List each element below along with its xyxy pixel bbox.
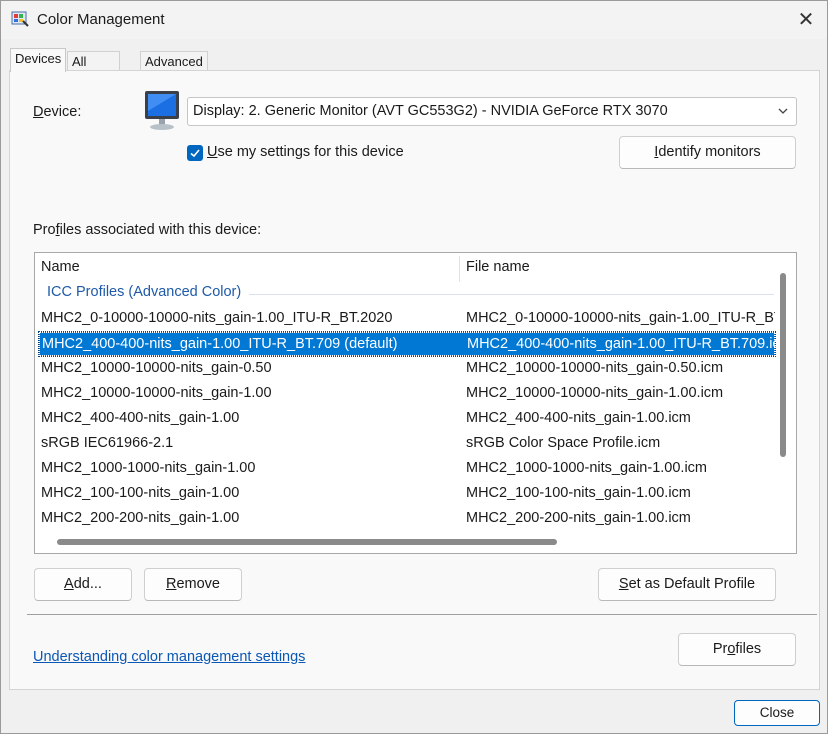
- close-icon[interactable]: ✕: [793, 7, 819, 33]
- tab-advanced[interactable]: Advanced: [140, 51, 208, 72]
- color-management-app-icon: [11, 10, 29, 28]
- profiles-associated-label: Profiles associated with this device:: [33, 222, 262, 238]
- column-header-name[interactable]: Name: [41, 259, 80, 275]
- table-row-selected[interactable]: MHC2_400-400-nits_gain-1.00_ITU-R_BT.709…: [38, 331, 776, 357]
- table-row[interactable]: MHC2_100-100-nits_gain-1.00 MHC2_100-100-…: [39, 482, 775, 506]
- table-row[interactable]: sRGB IEC61966-2.1 sRGB Color Space Profil…: [39, 432, 775, 456]
- use-my-settings-label[interactable]: Use my settings for this device: [207, 144, 404, 160]
- list-header: Name File name: [35, 253, 775, 283]
- table-row[interactable]: MHC2_10000-10000-nits_gain-0.50 MHC2_1000…: [39, 357, 775, 381]
- row-name: MHC2_400-400-nits_gain-1.00: [41, 410, 240, 426]
- row-name: MHC2_10000-10000-nits_gain-0.50: [41, 360, 272, 376]
- tab-devices[interactable]: Devices: [10, 48, 67, 72]
- understanding-color-management-link[interactable]: Understanding color management settings: [33, 649, 305, 665]
- section-divider: [27, 614, 817, 615]
- vertical-scrollbar[interactable]: [780, 273, 786, 457]
- row-file: sRGB Color Space Profile.icm: [466, 435, 661, 451]
- row-name: MHC2_1000-1000-nits_gain-1.00: [41, 460, 256, 476]
- column-divider[interactable]: [459, 256, 460, 282]
- profiles-button[interactable]: Profiles: [678, 633, 796, 666]
- row-name: MHC2_10000-10000-nits_gain-1.00: [41, 385, 272, 401]
- chevron-down-icon: [777, 105, 789, 117]
- row-file: MHC2_400-400-nits_gain-1.00.icm: [466, 410, 691, 426]
- column-header-file-name[interactable]: File name: [466, 259, 530, 275]
- group-header-icc-profiles[interactable]: ICC Profiles (Advanced Color): [47, 284, 241, 300]
- window-title: Color Management: [37, 11, 165, 28]
- monitor-icon: [141, 89, 183, 133]
- title-bar: Color Management ✕: [1, 1, 827, 39]
- device-select-value: Display: 2. Generic Monitor (AVT GC553G2…: [193, 103, 668, 119]
- table-row[interactable]: MHC2_10000-10000-nits_gain-1.00 MHC2_1000…: [39, 382, 775, 406]
- group-divider: [249, 294, 774, 295]
- table-row[interactable]: MHC2_200-200-nits_gain-1.00 MHC2_200-200-…: [39, 507, 775, 531]
- use-my-settings-checkbox[interactable]: [187, 145, 203, 161]
- row-file: MHC2_1000-1000-nits_gain-1.00.icm: [466, 460, 707, 476]
- tab-all-profiles[interactable]: All Profiles: [67, 51, 121, 88]
- row-file: MHC2_10000-10000-nits_gain-1.00.icm: [466, 385, 724, 401]
- row-name: sRGB IEC61966-2.1: [41, 435, 174, 451]
- table-row[interactable]: MHC2_0-10000-10000-nits_gain-1.00_ITU-R_…: [39, 307, 775, 331]
- row-name: MHC2_0-10000-10000-nits_gain-1.00_ITU-R_…: [41, 310, 393, 326]
- row-name: MHC2_100-100-nits_gain-1.00: [41, 485, 240, 501]
- row-name: MHC2_400-400-nits_gain-1.00_ITU-R_BT.709…: [42, 336, 398, 352]
- row-file: MHC2_400-400-nits_gain-1.00_ITU-R_BT.709…: [467, 336, 776, 352]
- identify-monitors-button[interactable]: Identify monitors: [619, 136, 796, 169]
- row-file: MHC2_0-10000-10000-nits_gain-1.00_ITU-R_…: [466, 310, 775, 326]
- device-select[interactable]: Display: 2. Generic Monitor (AVT GC553G2…: [187, 97, 797, 126]
- checkmark-icon: [190, 149, 200, 158]
- close-button[interactable]: Close: [734, 700, 820, 726]
- table-row[interactable]: MHC2_1000-1000-nits_gain-1.00 MHC2_1000-1…: [39, 457, 775, 481]
- row-file: MHC2_100-100-nits_gain-1.00.icm: [466, 485, 691, 501]
- color-management-window: Color Management ✕ Devices All Profiles …: [0, 0, 828, 734]
- row-name: MHC2_200-200-nits_gain-1.00: [41, 510, 240, 526]
- device-label: Device:: [33, 104, 82, 120]
- table-row[interactable]: MHC2_400-400-nits_gain-1.00 MHC2_400-400-…: [39, 407, 775, 431]
- row-file: MHC2_200-200-nits_gain-1.00.icm: [466, 510, 691, 526]
- set-as-default-profile-button[interactable]: Set as Default Profile: [598, 568, 776, 601]
- row-file: MHC2_10000-10000-nits_gain-0.50.icm: [466, 360, 724, 376]
- horizontal-scrollbar[interactable]: [57, 539, 557, 545]
- profiles-list[interactable]: Name File name ICC Profiles (Advanced Co…: [34, 252, 797, 554]
- add-button[interactable]: Add...: [34, 568, 132, 601]
- remove-button[interactable]: Remove: [144, 568, 242, 601]
